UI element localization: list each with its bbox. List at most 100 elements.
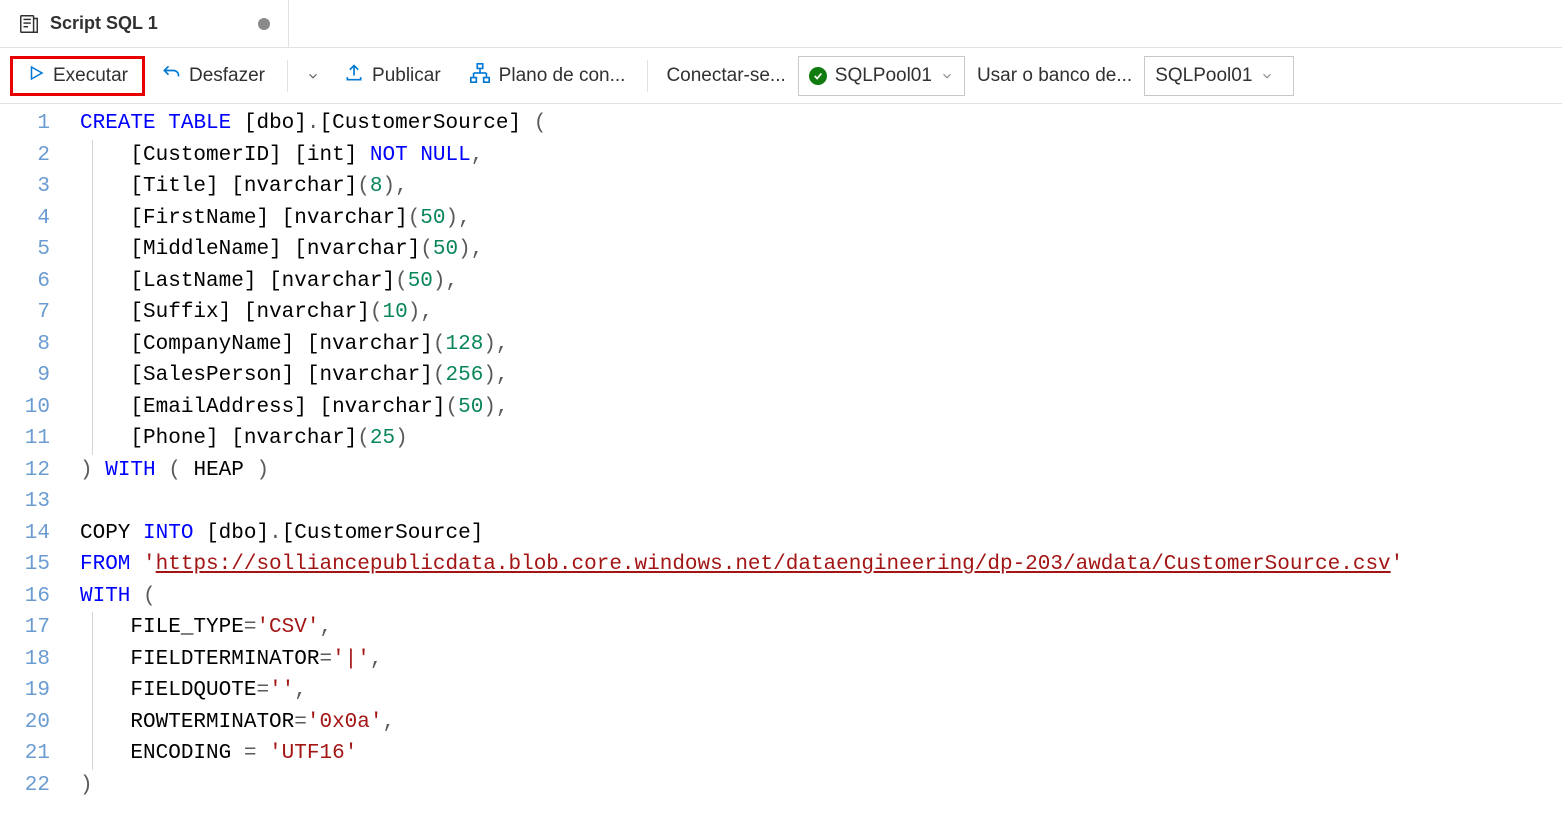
indent-guide <box>92 612 93 644</box>
token-str: '|' <box>332 648 370 671</box>
code-line[interactable]: FIELDTERMINATOR='|', <box>70 644 1562 676</box>
token-id: [int] <box>294 144 357 167</box>
toolbar: Executar Desfazer Publicar Plano de con.… <box>0 48 1562 104</box>
token-id: FIELDTERMINATOR <box>130 648 319 671</box>
token-op: ) <box>483 396 496 419</box>
token-op: , <box>382 711 395 734</box>
token-num: 50 <box>408 270 433 293</box>
code-line[interactable]: [Title] [nvarchar](8), <box>70 171 1562 203</box>
token-num: 50 <box>458 396 483 419</box>
line-gutter: 12345678910111213141516171819202122 <box>0 104 70 801</box>
run-button[interactable]: Executar <box>10 56 145 96</box>
code-line[interactable]: [LastName] [nvarchar](50), <box>70 266 1562 298</box>
code-line[interactable]: [MiddleName] [nvarchar](50), <box>70 234 1562 266</box>
token-str: ' <box>1391 553 1404 576</box>
token-id: [nvarchar] <box>231 427 357 450</box>
token-id: FILE_TYPE <box>130 616 243 639</box>
token-kw: CREATE <box>80 112 156 135</box>
token-id: [SalesPerson] <box>130 364 294 387</box>
token-op: . <box>307 112 320 135</box>
code-line[interactable]: ) WITH ( HEAP ) <box>70 455 1562 487</box>
database-dropdown[interactable]: SQLPool01 <box>1144 56 1294 96</box>
line-number: 22 <box>0 770 50 802</box>
code-area[interactable]: CREATE TABLE [dbo].[CustomerSource] ( [C… <box>70 104 1562 801</box>
connect-value: SQLPool01 <box>835 65 932 87</box>
database-label: Usar o banco de... <box>969 65 1140 87</box>
token-op: = <box>319 648 332 671</box>
code-line[interactable]: [FirstName] [nvarchar](50), <box>70 203 1562 235</box>
code-line[interactable]: WITH ( <box>70 581 1562 613</box>
query-plan-button[interactable]: Plano de con... <box>457 56 638 96</box>
token-op: ( <box>446 396 459 419</box>
token-op: ( <box>357 175 370 198</box>
sql-editor[interactable]: 12345678910111213141516171819202122 CREA… <box>0 104 1562 801</box>
chevron-down-icon <box>940 69 954 83</box>
code-line[interactable]: ) <box>70 770 1562 802</box>
indent-guide <box>92 203 93 235</box>
token-op: ) <box>257 459 270 482</box>
more-chevron-button[interactable] <box>298 56 328 96</box>
code-line[interactable]: COPY INTO [dbo].[CustomerSource] <box>70 518 1562 550</box>
token-op: , <box>496 364 509 387</box>
token-op: = <box>244 616 257 639</box>
token-op: ( <box>370 301 383 324</box>
code-line[interactable]: [CustomerID] [int] NOT NULL, <box>70 140 1562 172</box>
indent-guide <box>92 297 93 329</box>
token-op: = <box>256 679 269 702</box>
code-line[interactable]: [EmailAddress] [nvarchar](50), <box>70 392 1562 424</box>
code-line[interactable] <box>70 486 1562 518</box>
status-online-icon <box>809 67 827 85</box>
token-op: ) <box>383 175 396 198</box>
tab-script[interactable]: Script SQL 1 <box>0 0 289 47</box>
line-number: 5 <box>0 234 50 266</box>
code-line[interactable]: FIELDQUOTE='', <box>70 675 1562 707</box>
line-number: 19 <box>0 675 50 707</box>
token-op: . <box>269 522 282 545</box>
token-kw: WITH <box>80 585 130 608</box>
undo-button[interactable]: Desfazer <box>149 56 277 96</box>
code-line[interactable]: ROWTERMINATOR='0x0a', <box>70 707 1562 739</box>
code-line[interactable]: ENCODING = 'UTF16' <box>70 738 1562 770</box>
token-op: ( <box>408 207 421 230</box>
plan-icon <box>469 62 491 90</box>
token-str: '0x0a' <box>307 711 383 734</box>
publish-button[interactable]: Publicar <box>332 56 453 96</box>
token-op: ( <box>420 238 433 261</box>
code-line[interactable]: [Suffix] [nvarchar](10), <box>70 297 1562 329</box>
token-num: 128 <box>446 333 484 356</box>
token-op: , <box>458 207 471 230</box>
code-line[interactable]: [SalesPerson] [nvarchar](256), <box>70 360 1562 392</box>
token-op: ( <box>357 427 370 450</box>
token-op: , <box>471 144 484 167</box>
tab-bar: Script SQL 1 <box>0 0 1562 48</box>
token-num: 25 <box>370 427 395 450</box>
code-line[interactable]: [Phone] [nvarchar](25) <box>70 423 1562 455</box>
line-number: 18 <box>0 644 50 676</box>
indent-guide <box>92 675 93 707</box>
code-line[interactable]: CREATE TABLE [dbo].[CustomerSource] ( <box>70 108 1562 140</box>
token-id: [dbo] <box>206 522 269 545</box>
code-line[interactable]: FROM 'https://solliancepublicdata.blob.c… <box>70 549 1562 581</box>
token-id: [EmailAddress] <box>130 396 306 419</box>
token-op: , <box>496 333 509 356</box>
token-op: ) <box>483 364 496 387</box>
token-op: , <box>395 175 408 198</box>
line-number: 10 <box>0 392 50 424</box>
indent-guide <box>92 266 93 298</box>
connect-dropdown[interactable]: SQLPool01 <box>798 56 965 96</box>
indent-guide <box>92 171 93 203</box>
token-num: 50 <box>420 207 445 230</box>
indent-guide <box>92 360 93 392</box>
code-line[interactable]: FILE_TYPE='CSV', <box>70 612 1562 644</box>
line-number: 14 <box>0 518 50 550</box>
token-op: , <box>294 679 307 702</box>
play-icon <box>27 64 45 88</box>
line-number: 8 <box>0 329 50 361</box>
token-id: [nvarchar] <box>294 238 420 261</box>
token-id: [Phone] <box>130 427 218 450</box>
line-number: 9 <box>0 360 50 392</box>
token-id: [CustomerSource] <box>282 522 484 545</box>
line-number: 16 <box>0 581 50 613</box>
token-id: [nvarchar] <box>244 301 370 324</box>
code-line[interactable]: [CompanyName] [nvarchar](128), <box>70 329 1562 361</box>
